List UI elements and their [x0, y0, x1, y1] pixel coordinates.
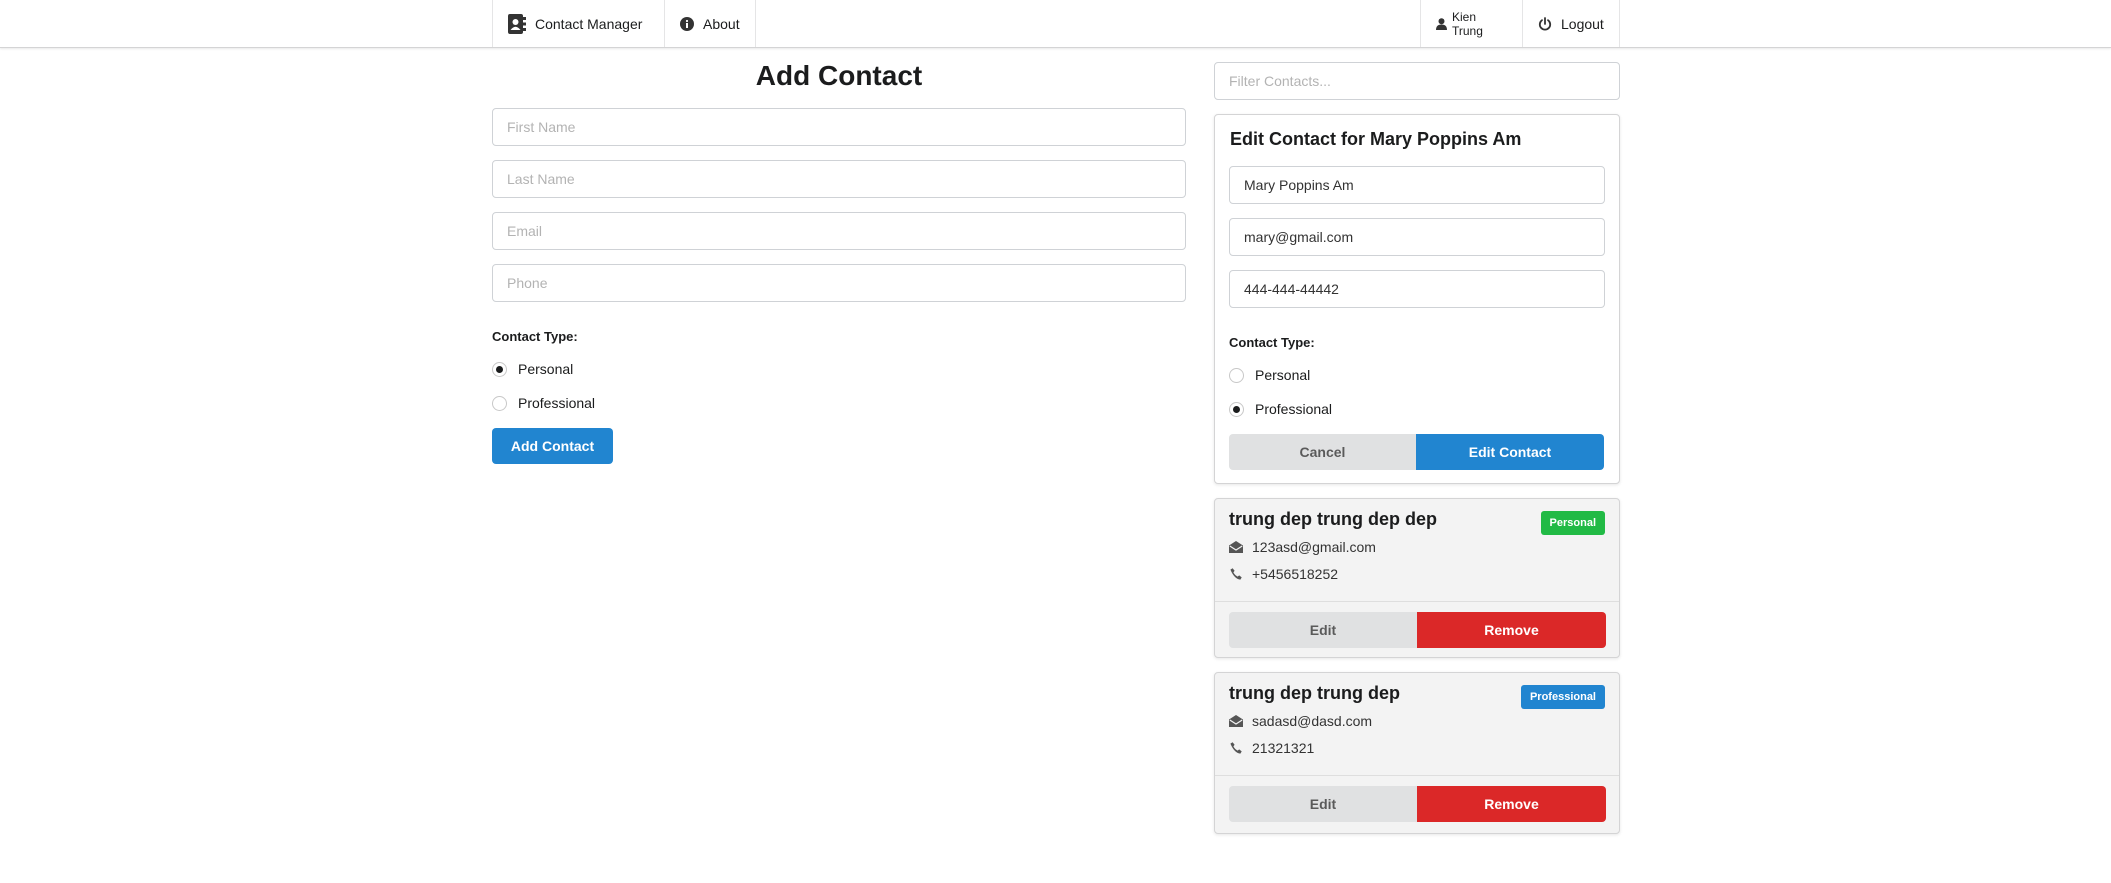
last-name-input[interactable]	[492, 160, 1186, 198]
edit-contact-button[interactable]: Edit Contact	[1416, 434, 1604, 470]
contact-phone: 21321321	[1252, 740, 1315, 756]
email-input[interactable]	[492, 212, 1186, 250]
contact-card: trung dep trung dep dep Personal 123asd@…	[1214, 498, 1620, 658]
first-name-input[interactable]	[492, 108, 1186, 146]
contact-email: 123asd@gmail.com	[1252, 539, 1376, 555]
add-contact-button[interactable]: Add Contact	[492, 428, 613, 464]
edit-contact-title: Edit Contact for Mary Poppins Am	[1230, 129, 1522, 149]
edit-radio-professional-label: Professional	[1255, 401, 1333, 417]
contact-card: trung dep trung dep Professional sadasd@…	[1214, 672, 1620, 834]
contact-email-row: 123asd@gmail.com	[1229, 539, 1376, 555]
radio-professional[interactable]: Professional	[492, 395, 595, 411]
top-navbar: Contact Manager About Kien Trung Logout	[0, 0, 2111, 48]
card-divider	[1215, 775, 1619, 776]
info-circle-icon	[680, 16, 694, 31]
edit-radio-professional-control[interactable]	[1229, 401, 1244, 417]
radio-professional-label: Professional	[518, 395, 596, 411]
envelope-icon	[1229, 541, 1243, 553]
nav-about[interactable]: About	[664, 0, 756, 47]
contact-phone: +5456518252	[1252, 566, 1339, 582]
edit-radio-personal[interactable]: Personal	[1229, 367, 1310, 383]
remove-button[interactable]: Remove	[1417, 786, 1606, 822]
contact-phone-row: +5456518252	[1229, 566, 1338, 582]
card-divider	[1215, 601, 1619, 602]
edit-name-input[interactable]	[1229, 166, 1605, 204]
add-contact-title: Add Contact	[755, 60, 923, 91]
nav-logout-label: Logout	[1561, 15, 1604, 32]
envelope-icon	[1229, 715, 1243, 727]
contact-type-badge: Personal	[1540, 511, 1605, 535]
contact-type-badge: Professional	[1520, 685, 1605, 709]
nav-brand-contact-manager[interactable]: Contact Manager	[492, 0, 664, 47]
radio-personal-control[interactable]	[492, 361, 507, 377]
edit-button[interactable]: Edit	[1229, 786, 1417, 822]
edit-radio-personal-label: Personal	[1255, 367, 1311, 383]
radio-personal[interactable]: Personal	[492, 361, 573, 377]
remove-button[interactable]: Remove	[1417, 612, 1606, 648]
nav-about-label: About	[703, 15, 740, 32]
edit-button[interactable]: Edit	[1229, 612, 1417, 648]
edit-contact-card: Edit Contact for Mary Poppins Am Contact…	[1214, 114, 1620, 484]
contact-email: sadasd@dasd.com	[1252, 713, 1373, 729]
nav-user-label: Kien Trung	[1452, 9, 1483, 38]
edit-radio-personal-control[interactable]	[1229, 367, 1244, 383]
address-book-icon	[508, 13, 526, 34]
phone-icon	[1229, 742, 1243, 754]
phone-input[interactable]	[492, 264, 1186, 302]
edit-contact-type-label: Contact Type:	[1229, 335, 1315, 350]
user-icon	[1436, 17, 1447, 30]
nav-user[interactable]: Kien Trung	[1420, 0, 1522, 47]
phone-icon	[1229, 568, 1243, 580]
radio-professional-control[interactable]	[492, 395, 507, 411]
cancel-edit-button[interactable]: Cancel	[1229, 434, 1416, 470]
contact-name: trung dep trung dep	[1229, 683, 1400, 703]
edit-email-input[interactable]	[1229, 218, 1605, 256]
contact-phone-row: 21321321	[1229, 740, 1314, 756]
contact-type-label: Contact Type:	[492, 329, 578, 344]
edit-phone-input[interactable]	[1229, 270, 1605, 308]
contact-email-row: sadasd@dasd.com	[1229, 713, 1372, 729]
nav-brand-label: Contact Manager	[535, 15, 643, 32]
filter-contacts-input[interactable]	[1214, 62, 1620, 100]
nav-logout[interactable]: Logout	[1522, 0, 1620, 47]
contact-name: trung dep trung dep dep	[1229, 509, 1437, 529]
radio-personal-label: Personal	[518, 361, 574, 377]
edit-radio-professional[interactable]: Professional	[1229, 401, 1332, 417]
power-icon	[1538, 16, 1552, 31]
